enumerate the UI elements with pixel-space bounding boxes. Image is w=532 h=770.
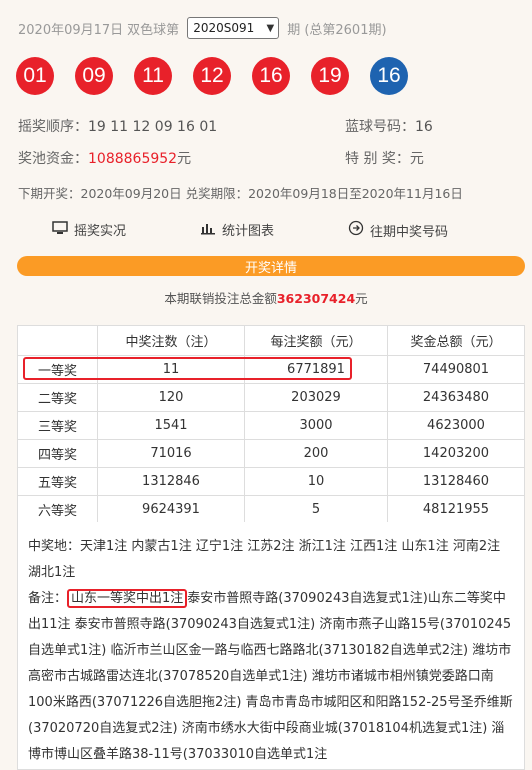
live-draw-label: 摇奖实况 — [74, 224, 127, 239]
prize-per-bet: 3000 — [244, 411, 388, 440]
draw-order: 摇奖顺序：19 11 12 09 16 01 — [18, 116, 217, 136]
draw-header: 2020年09月17日 双色球第 2020S091 ▼ 期 (总第2601期) — [18, 16, 387, 40]
table-header: 奖金总额（元） — [387, 325, 525, 356]
stats-chart-link[interactable]: 统计图表 — [200, 220, 274, 239]
chevron-down-icon: ▼ — [266, 22, 275, 34]
winner-count: 1541 — [97, 411, 245, 440]
prize-total: 48121955 — [387, 495, 525, 524]
issue-select-value: 2020S091 — [193, 21, 255, 35]
lottery-page: 2020年09月17日 双色球第 2020S091 ▼ 期 (总第2601期) … — [0, 0, 532, 770]
winning-balls: 01 09 11 12 16 19 16 — [16, 57, 429, 95]
table-header: 中奖注数（注） — [97, 325, 245, 356]
table-row: 二等奖 120 203029 24363480 — [17, 383, 525, 412]
note-text: 泰安市普照寺路(37090243自选复式1注)山东二等奖中出11注 泰安市普照寺… — [28, 591, 513, 762]
live-draw-link[interactable]: 摇奖实况 — [52, 220, 126, 239]
table-row: 六等奖 9624391 5 48121955 — [17, 495, 525, 524]
prize-level: 二等奖 — [17, 383, 98, 412]
note-highlight: 山东一等奖中出1注 — [67, 589, 188, 608]
winner-count: 120 — [97, 383, 245, 412]
sales-amount: 362307424 — [276, 291, 356, 306]
draw-order-value: 19 11 12 09 16 01 — [88, 119, 218, 135]
prize-table: 中奖注数（注） 每注奖额（元） 奖金总额（元） 一等奖 11 6771891 7… — [17, 325, 525, 524]
special-prize-value: 元 — [409, 151, 424, 167]
history-link[interactable]: 往期中奖号码 — [348, 220, 448, 240]
draw-date: 2020年09月17日 — [18, 22, 124, 38]
prize-pool-label: 奖池资金： — [18, 151, 88, 167]
special-prize: 特 别 奖：元 — [345, 148, 424, 168]
winner-count: 71016 — [97, 439, 245, 468]
blue-number-value: 16 — [415, 119, 433, 135]
table-row: 五等奖 1312846 10 13128460 — [17, 467, 525, 496]
red-ball: 11 — [134, 57, 172, 95]
blue-number: 蓝球号码：16 — [345, 116, 433, 136]
winner-locations: 中奖地：天津1注 内蒙古1注 辽宁1注 江苏2注 浙江1注 江西1注 山东1注 … — [17, 522, 525, 770]
table-header-row: 中奖注数（注） 每注奖额（元） 奖金总额（元） — [17, 325, 525, 356]
prize-per-bet: 10 — [244, 467, 388, 496]
history-label: 往期中奖号码 — [370, 224, 449, 240]
note-label: 备注： — [28, 591, 68, 606]
prize-pool-value: 1088865952 — [88, 151, 178, 167]
prize-total: 13128460 — [387, 467, 525, 496]
prize-per-bet: 203029 — [244, 383, 388, 412]
sales-unit: 元 — [355, 291, 368, 306]
monitor-icon — [52, 220, 68, 239]
blue-ball: 16 — [370, 57, 408, 95]
note-paragraph: 备注： 山东一等奖中出1注 泰安市普照寺路(37090243自选复式1注)山东二等奖… — [28, 586, 514, 768]
table-row: 四等奖 71016 200 14203200 — [17, 439, 525, 468]
issue-suffix: 期 (总第2601期) — [287, 22, 387, 38]
location-text: 天津1注 内蒙古1注 辽宁1注 江苏2注 浙江1注 江西1注 山东1注 河南2注… — [28, 539, 501, 580]
prize-total: 24363480 — [387, 383, 525, 412]
prize-level: 三等奖 — [17, 411, 98, 440]
prize-total: 14203200 — [387, 439, 525, 468]
location-paragraph: 中奖地：天津1注 内蒙古1注 辽宁1注 江苏2注 浙江1注 江西1注 山东1注 … — [28, 534, 514, 586]
lottery-name: 双色球第 — [127, 22, 180, 38]
red-ball: 09 — [75, 57, 113, 95]
blue-number-label: 蓝球号码： — [345, 119, 415, 135]
links-row: 摇奖实况 统计图表 往期中奖号码 — [0, 220, 532, 240]
arrow-circle-icon — [348, 220, 364, 240]
table-header — [17, 325, 98, 356]
bar-chart-icon — [200, 221, 216, 239]
table-header: 每注奖额（元） — [244, 325, 388, 356]
stats-chart-label: 统计图表 — [222, 224, 275, 239]
draw-order-label: 摇奖顺序： — [18, 119, 88, 135]
prize-per-bet: 5 — [244, 495, 388, 524]
winner-count: 1312846 — [97, 467, 245, 496]
prize-per-bet: 6771891 — [244, 355, 388, 384]
issue-select[interactable]: 2020S091 ▼ — [187, 17, 280, 39]
prize-total: 74490801 — [387, 355, 525, 384]
prize-level: 六等奖 — [17, 495, 98, 524]
prize-per-bet: 200 — [244, 439, 388, 468]
prize-level: 一等奖 — [17, 355, 98, 384]
special-prize-label: 特 别 奖： — [345, 151, 410, 167]
draw-details-button[interactable]: 开奖详情 — [17, 256, 525, 276]
winner-count: 9624391 — [97, 495, 245, 524]
table-row: 一等奖 11 6771891 74490801 — [17, 355, 525, 384]
prize-total: 4623000 — [387, 411, 525, 440]
red-ball: 12 — [193, 57, 231, 95]
table-row: 三等奖 1541 3000 4623000 — [17, 411, 525, 440]
red-ball: 19 — [311, 57, 349, 95]
prize-level: 五等奖 — [17, 467, 98, 496]
red-ball: 01 — [16, 57, 54, 95]
location-label: 中奖地： — [28, 539, 81, 554]
next-draw-info: 下期开奖：2020年09月20日 兑奖期限：2020年09月18日至2020年1… — [18, 186, 463, 201]
prize-level: 四等奖 — [17, 439, 98, 468]
prize-pool: 奖池资金：1088865952元 — [18, 148, 191, 168]
red-ball: 16 — [252, 57, 290, 95]
sales-prefix: 本期联销投注总金额 — [164, 291, 277, 306]
winner-count: 11 — [97, 355, 245, 384]
sales-summary: 本期联销投注总金额362307424元 — [0, 288, 532, 307]
prize-pool-unit: 元 — [177, 151, 192, 167]
